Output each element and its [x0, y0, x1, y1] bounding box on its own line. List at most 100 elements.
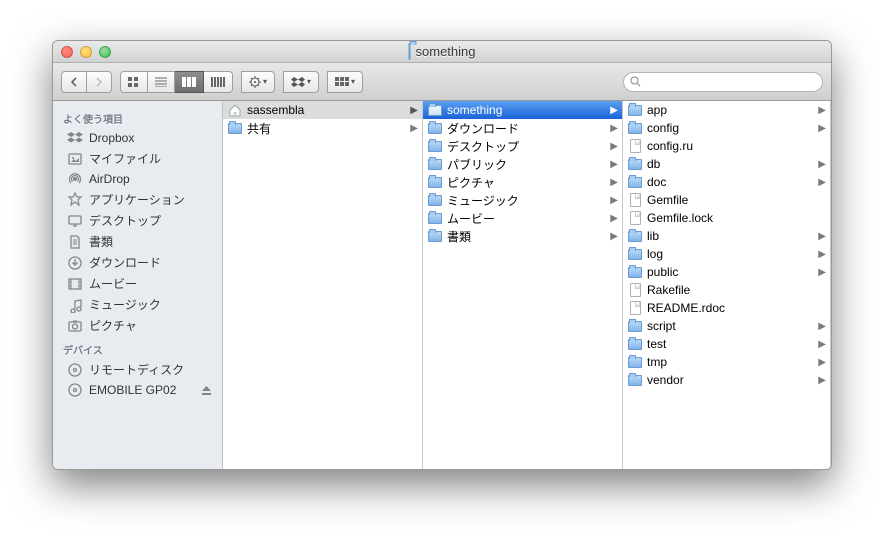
chevron-right-icon: ▶	[610, 105, 618, 116]
chevron-right-icon: ▶	[818, 249, 826, 260]
item-label: パブリック	[447, 156, 507, 173]
column[interactable]: app▶config▶config.rudb▶doc▶GemfileGemfil…	[623, 101, 831, 469]
list-item[interactable]: Gemfile	[623, 191, 830, 209]
sidebar-item[interactable]: ムービー	[53, 273, 222, 294]
sidebar-item-label: ムービー	[89, 275, 137, 292]
item-label: Gemfile.lock	[647, 211, 713, 225]
list-item[interactable]: app▶	[623, 101, 830, 119]
chevron-right-icon: ▶	[818, 357, 826, 368]
folder-icon	[227, 120, 243, 136]
list-item[interactable]: db▶	[623, 155, 830, 173]
folder-icon	[427, 228, 443, 244]
action-menu-button[interactable]: ▾	[241, 71, 275, 93]
item-label: doc	[647, 175, 666, 189]
finder-window: something ▾ ▾ ▾ よく使う項目DropboxマイファイルAir	[52, 40, 832, 470]
column[interactable]: something▶ダウンロード▶デスクトップ▶パブリック▶ピクチャ▶ミュージッ…	[423, 101, 623, 469]
file-icon	[627, 192, 643, 208]
list-item[interactable]: ミュージック▶	[423, 191, 622, 209]
toolbar: ▾ ▾ ▾	[53, 63, 831, 101]
column-browser: sassembla▶共有▶something▶ダウンロード▶デスクトップ▶パブリ…	[223, 101, 831, 469]
chevron-right-icon: ▶	[818, 105, 826, 116]
sidebar-item[interactable]: EMOBILE GP02	[53, 380, 222, 400]
list-item[interactable]: test▶	[623, 335, 830, 353]
item-label: Rakefile	[647, 283, 690, 297]
sidebar-item-label: ピクチャ	[89, 317, 137, 334]
sidebar-item[interactable]: AirDrop	[53, 169, 222, 189]
sidebar-item[interactable]: デスクトップ	[53, 210, 222, 231]
list-item[interactable]: ダウンロード ▶	[423, 119, 622, 137]
body: よく使う項目DropboxマイファイルAirDropアプリケーションデスクトップ…	[53, 101, 831, 469]
window-title-text: something	[416, 44, 476, 59]
movies-icon	[67, 276, 83, 292]
dropbox-menu-seg: ▾	[283, 71, 319, 93]
list-view-button[interactable]	[148, 71, 175, 93]
folder-icon	[427, 174, 443, 190]
icon-view-button[interactable]	[120, 71, 148, 93]
list-item[interactable]: README.rdoc	[623, 299, 830, 317]
arrange-menu-seg: ▾	[327, 71, 363, 93]
dropbox-menu-button[interactable]: ▾	[283, 71, 319, 93]
item-label: 書類	[447, 228, 471, 245]
sidebar-item-label: Dropbox	[89, 131, 134, 145]
list-item[interactable]: public ▶	[623, 263, 830, 281]
list-item[interactable]: ムービー▶	[423, 209, 622, 227]
item-label: public	[647, 265, 678, 279]
sidebar-item-label: ミュージック	[89, 296, 161, 313]
list-item[interactable]: Gemfile.lock	[623, 209, 830, 227]
arrange-menu-button[interactable]: ▾	[327, 71, 363, 93]
downloads-icon	[67, 255, 83, 271]
chevron-right-icon: ▶	[610, 123, 618, 134]
list-item[interactable]: log▶	[623, 245, 830, 263]
list-item[interactable]: doc▶	[623, 173, 830, 191]
list-item[interactable]: lib▶	[623, 227, 830, 245]
column-view-button[interactable]	[175, 71, 204, 93]
item-label: db	[647, 157, 660, 171]
chevron-right-icon: ▶	[610, 213, 618, 224]
list-item[interactable]: vendor▶	[623, 371, 830, 389]
column[interactable]: sassembla▶共有▶	[223, 101, 423, 469]
list-item[interactable]: 書類▶	[423, 227, 622, 245]
search-field[interactable]	[623, 72, 823, 92]
documents-icon	[67, 234, 83, 250]
sidebar-item[interactable]: ミュージック	[53, 294, 222, 315]
chevron-right-icon: ▶	[610, 141, 618, 152]
back-button[interactable]	[61, 71, 87, 93]
folder-icon	[627, 318, 643, 334]
list-item[interactable]: Rakefile	[623, 281, 830, 299]
sidebar-item[interactable]: リモートディスク	[53, 359, 222, 380]
list-item[interactable]: something▶	[423, 101, 622, 119]
list-item[interactable]: パブリック▶	[423, 155, 622, 173]
folder-icon	[427, 102, 443, 118]
list-item[interactable]: config.ru	[623, 137, 830, 155]
disc-icon	[67, 362, 83, 378]
list-item[interactable]: tmp▶	[623, 353, 830, 371]
titlebar[interactable]: something	[53, 41, 831, 63]
list-item[interactable]: script▶	[623, 317, 830, 335]
coverflow-view-button[interactable]	[204, 71, 233, 93]
close-button[interactable]	[61, 46, 73, 58]
file-icon	[627, 138, 643, 154]
sidebar[interactable]: よく使う項目DropboxマイファイルAirDropアプリケーションデスクトップ…	[53, 101, 223, 469]
search-input[interactable]	[645, 76, 816, 88]
chevron-right-icon: ▶	[818, 339, 826, 350]
list-item[interactable]: config▶	[623, 119, 830, 137]
list-item[interactable]: sassembla▶	[223, 101, 422, 119]
sidebar-item[interactable]: アプリケーション	[53, 189, 222, 210]
item-label: ダウンロード	[447, 120, 519, 137]
list-item[interactable]: 共有▶	[223, 119, 422, 137]
sidebar-item[interactable]: ダウンロード	[53, 252, 222, 273]
folder-icon	[627, 372, 643, 388]
sidebar-item[interactable]: マイファイル	[53, 148, 222, 169]
sidebar-section-header: デバイス	[53, 336, 222, 359]
sidebar-item[interactable]: 書類	[53, 231, 222, 252]
sidebar-item[interactable]: Dropbox	[53, 128, 222, 148]
zoom-button[interactable]	[99, 46, 111, 58]
chevron-right-icon: ▶	[818, 267, 826, 278]
list-item[interactable]: ピクチャ▶	[423, 173, 622, 191]
window-title: something	[409, 44, 476, 59]
minimize-button[interactable]	[80, 46, 92, 58]
list-item[interactable]: デスクトップ▶	[423, 137, 622, 155]
sidebar-item[interactable]: ピクチャ	[53, 315, 222, 336]
forward-button[interactable]	[87, 71, 112, 93]
eject-icon[interactable]	[201, 385, 212, 396]
